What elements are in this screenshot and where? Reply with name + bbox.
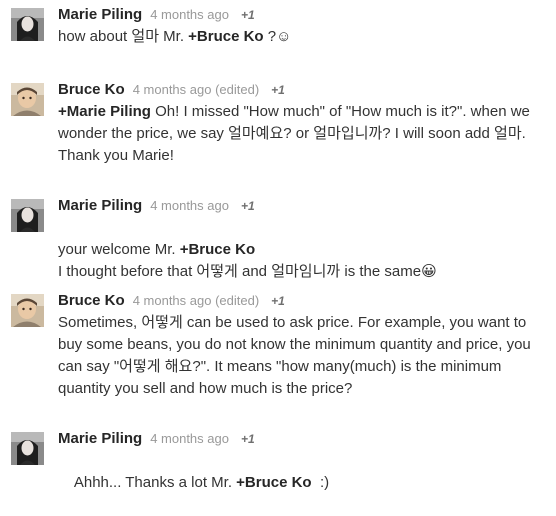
comment-header: Bruce Ko 4 months ago (edited) +1 — [58, 290, 285, 312]
comment-text-segment: :) — [311, 474, 330, 491]
comment-text: Sometimes, 어떻게 can be used to ask price.… — [58, 312, 550, 400]
comment: Marie Piling 4 months ago +1 how about 얼마 … — [0, 4, 556, 54]
comment-text-segment: Sometimes, 어떻게 can be used to ask price.… — [58, 314, 531, 397]
mention-link[interactable]: +Marie Piling — [58, 103, 151, 120]
comment-header: Marie Piling 4 months ago +1 — [58, 195, 255, 217]
comment-text-segment: Ahhh... Thanks a lot Mr. — [73, 474, 237, 491]
plus-one-button[interactable]: +1 — [241, 8, 255, 22]
comment-text: +Marie Piling Oh! I missed "How much" of… — [58, 101, 550, 167]
avatar[interactable] — [11, 432, 44, 465]
timestamp[interactable]: 4 months ago — [150, 7, 229, 22]
comment: Marie Piling 4 months ago +1 Ahhh... Thank… — [0, 428, 556, 491]
comment-text: Ahhh... Thanks a lot Mr. +Bruce Ko :) — [58, 450, 550, 516]
comment-text: how about 얼마 Mr. +Bruce Ko ?☺ — [58, 26, 550, 48]
timestamp[interactable]: 4 months ago — [150, 198, 229, 213]
avatar[interactable] — [11, 83, 44, 116]
plus-one-button[interactable]: +1 — [271, 83, 285, 97]
comment: Bruce Ko 4 months ago (edited) +1 +Marie P… — [0, 79, 556, 169]
author-name[interactable]: Marie Piling — [58, 430, 142, 447]
author-name[interactable]: Bruce Ko — [58, 81, 125, 98]
plus-one-button[interactable]: +1 — [271, 294, 285, 308]
comment-text-segment: how about 얼마 Mr. — [58, 28, 189, 45]
comment: Bruce Ko 4 months ago (edited) +1 Sometime… — [0, 290, 556, 405]
timestamp[interactable]: 4 months ago (edited) — [133, 82, 259, 97]
comment: Marie Piling 4 months ago +1 your welcome … — [0, 195, 556, 280]
comment-text: your welcome Mr. +Bruce Ko I thought bef… — [58, 217, 550, 283]
timestamp[interactable]: 4 months ago — [150, 431, 229, 446]
author-name[interactable]: Marie Piling — [58, 6, 142, 23]
author-name[interactable]: Bruce Ko — [58, 292, 125, 309]
comment-header: Marie Piling 4 months ago +1 — [58, 4, 255, 26]
mention-link[interactable]: +Bruce Ko — [188, 28, 263, 45]
comment-header: Marie Piling 4 months ago +1 — [58, 428, 255, 450]
comment-text-segment: your welcome Mr. — [58, 241, 180, 258]
plus-one-button[interactable]: +1 — [241, 199, 255, 213]
mention-link[interactable]: +Bruce Ko — [236, 474, 311, 491]
avatar[interactable] — [11, 8, 44, 41]
avatar[interactable] — [11, 199, 44, 232]
comment-text-segment: I thought before that 어떻게 and 얼마임니까 is t… — [58, 263, 437, 280]
author-name[interactable]: Marie Piling — [58, 197, 142, 214]
comment-text-segment: ?☺ — [263, 28, 292, 45]
comment-header: Bruce Ko 4 months ago (edited) +1 — [58, 79, 285, 101]
avatar[interactable] — [11, 294, 44, 327]
mention-link[interactable]: +Bruce Ko — [180, 241, 255, 258]
plus-one-button[interactable]: +1 — [241, 432, 255, 446]
timestamp[interactable]: 4 months ago (edited) — [133, 293, 259, 308]
